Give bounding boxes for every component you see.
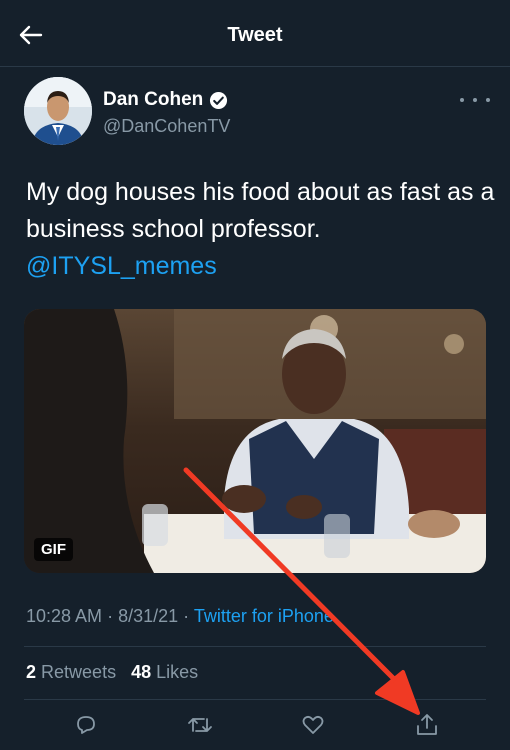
tweet-timestamp-line: 10:28 AM · 8/31/21 · Twitter for iPhone [26, 605, 334, 627]
gif-badge: GIF [34, 538, 73, 561]
retweets-stat[interactable]: 2 Retweets [26, 662, 116, 682]
verified-badge-icon [210, 91, 228, 109]
author-handle[interactable]: @DanCohenTV [103, 114, 230, 138]
more-horizontal-icon [486, 98, 490, 102]
page-title: Tweet [227, 24, 283, 46]
tweet-time: 10:28 AM [26, 606, 103, 626]
tweet-body: My dog houses his food about as fast as … [26, 178, 495, 243]
header-divider [0, 66, 510, 67]
likes-count: 48 [131, 662, 152, 682]
heart-icon [302, 715, 324, 734]
likes-label: Likes [156, 662, 199, 682]
author-name[interactable]: Dan Cohen [103, 88, 228, 112]
like-button[interactable] [298, 710, 328, 740]
share-button[interactable] [412, 710, 442, 740]
meta-separator: · [183, 606, 190, 626]
likes-stat[interactable]: 48 Likes [131, 662, 198, 682]
author-name-text: Dan Cohen [103, 89, 204, 110]
more-options-button[interactable] [460, 92, 490, 108]
engagement-stats: 2 Retweets 48 Likes [26, 661, 198, 683]
retweets-count: 2 [26, 662, 37, 682]
stats-divider [24, 699, 486, 700]
retweet-button[interactable] [185, 710, 215, 740]
tweet-detail-screen: Tweet Dan Cohen @DanCohenTV My dog house… [0, 0, 510, 750]
tweet-date: 8/31/21 [118, 606, 179, 626]
avatar[interactable] [24, 77, 92, 145]
gif-thumbnail [24, 309, 486, 573]
meta-separator: · [107, 606, 114, 626]
avatar-image [24, 77, 92, 145]
reply-button[interactable] [71, 710, 101, 740]
more-horizontal-icon [473, 98, 477, 102]
meta-divider [24, 646, 486, 647]
tweet-source-link[interactable]: Twitter for iPhone [194, 606, 334, 626]
retweet-icon [188, 718, 212, 732]
top-bar: Tweet [0, 0, 510, 66]
mention-link[interactable]: @ITYSL_memes [26, 252, 217, 280]
reply-icon [77, 716, 95, 734]
tweet-action-bar [0, 708, 510, 744]
tweet-text: My dog houses his food about as fast as … [26, 174, 496, 285]
more-horizontal-icon [460, 98, 464, 102]
share-icon [417, 714, 437, 735]
retweets-label: Retweets [41, 662, 117, 682]
tweet-media-gif[interactable]: GIF [24, 309, 486, 573]
